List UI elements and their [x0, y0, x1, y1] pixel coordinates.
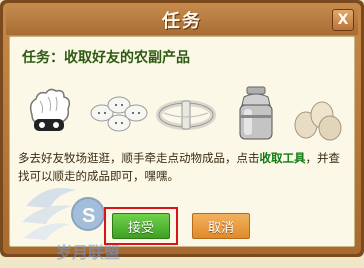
cancel-button[interactable]: 取消	[192, 213, 250, 239]
silk-skein-icon	[156, 91, 216, 139]
accept-button[interactable]: 接受	[112, 213, 170, 239]
dialog-titlebar: 任务 X	[6, 5, 358, 35]
close-button[interactable]: X	[332, 9, 354, 31]
milk-can-icon	[234, 85, 278, 143]
product-items	[24, 85, 344, 145]
svg-text:S: S	[82, 205, 95, 227]
svg-text:岁月联盟: 岁月联盟	[56, 243, 120, 262]
eggs-icon	[290, 99, 344, 141]
desc-text-1: 多去好友牧场逛逛，顺手牵走点动物成品，点击	[18, 151, 260, 165]
dialog-content: 任务：收取好友的农副产品 多去好友牧场逛逛，顺手牵走点动物成品，点击收取工具，并…	[9, 36, 355, 262]
silkworm-cocoons-icon	[88, 89, 150, 141]
glove-bandit-icon	[24, 85, 78, 143]
task-heading: 任务：收取好友的农副产品	[22, 50, 190, 66]
dialog-title: 任务	[162, 11, 202, 32]
close-icon: X	[337, 12, 349, 28]
harvest-tool-link[interactable]: 收取工具	[260, 151, 306, 165]
task-dialog: 任务 X 任务：收取好友的农副产品 多去好友牧场逛逛，顺手牵走点动物成品，点击收…	[0, 0, 364, 262]
